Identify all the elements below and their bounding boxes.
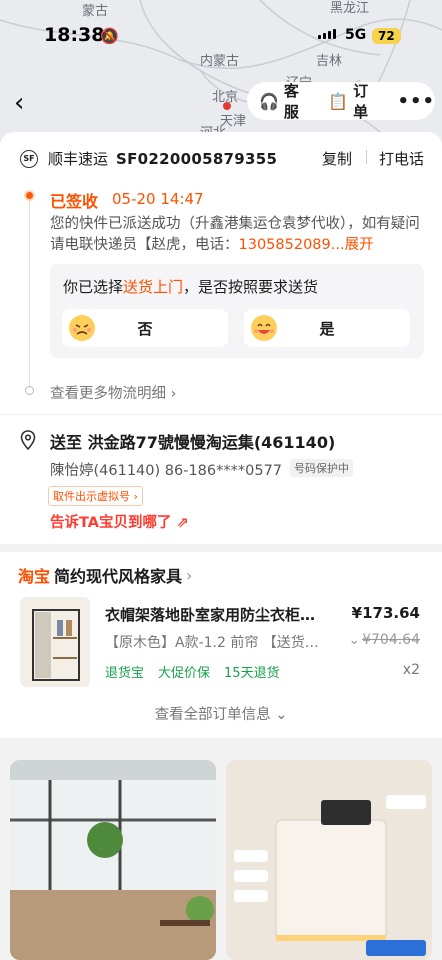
happy-face-icon [251, 315, 277, 341]
top-action-pill: 🎧 客服 📋 订单 ••• [247, 80, 435, 122]
map-label-beijing: 北京 [212, 90, 239, 105]
courier-phone-link[interactable]: 1305852089... [239, 237, 345, 253]
network-type: 5G [345, 27, 367, 43]
delivery-status: 已签收 [50, 192, 99, 211]
expand-link[interactable]: 展开 [345, 237, 374, 253]
delivery-description: 您的快件已派送成功（升鑫港集运仓袁梦代收），如有疑问请电联快递员【赵虎，电话：1… [50, 214, 426, 256]
recommend-card-balcony[interactable] [10, 760, 216, 960]
product-sku: 【原木色】A款-1.2 前帘 【送货… [105, 632, 341, 652]
timeline-dot [25, 386, 34, 395]
timeline-active-dot [24, 190, 35, 201]
option-no-label: 否 [137, 319, 153, 338]
delivery-time: 05-20 14:47 [112, 190, 204, 208]
location-pin-icon [20, 430, 36, 450]
divider [366, 150, 367, 164]
service-label: 客服 [283, 82, 299, 121]
service-tags: 退货宝 大促价保 15天退货 [105, 662, 280, 681]
more-logistics-link[interactable]: 查看更多物流明细 › [50, 382, 176, 403]
clock: 18:38 [44, 24, 105, 46]
signal-icon [318, 29, 336, 39]
privacy-badge: 号码保护中 [290, 459, 353, 477]
sad-face-icon [69, 315, 95, 341]
ask-prefix: 你已选择 [63, 278, 124, 296]
option-yes-label: 是 [319, 319, 335, 338]
taobao-logo: 淘宝 [18, 567, 51, 586]
copy-button[interactable]: 复制 [322, 148, 352, 169]
carrier-name: 顺丰速运 [48, 150, 109, 168]
shop-name: 简约现代风格家具 [54, 567, 183, 586]
tag-15day-return: 15天退货 [224, 666, 280, 681]
product-quantity: x2 [402, 662, 420, 678]
tracking-number: SF0220005879355 [116, 149, 278, 168]
sf-logo-icon: SF [20, 149, 38, 168]
delivery-address: 送至 洪金路77號慢慢淘运集(461140) [50, 433, 336, 452]
status-bar: 18:38 🔕 5G 72 [0, 0, 442, 70]
recipient-contact: 陳怡婷(461140) 86-186****0577 [50, 463, 283, 479]
shop-header[interactable]: 淘宝 简约现代风格家具 › [18, 563, 192, 587]
call-button[interactable]: 打电话 [379, 148, 424, 169]
view-all-order-info[interactable]: 查看全部订单信息 ⌄ [0, 703, 442, 724]
delivery-question: 你已选择送货上门，是否按照要求送货 [63, 276, 318, 297]
tag-price-protect: 大促价保 [158, 666, 211, 681]
original-price: ⌄ ¥704.64 [348, 632, 420, 648]
product-price: ¥173.64 [351, 604, 420, 622]
share-location-link[interactable]: 告诉TA宝贝到哪了 ⇗ [50, 511, 189, 532]
option-yes-button[interactable]: 是 [244, 309, 410, 347]
tag-return-insurance: 退货宝 [105, 666, 145, 681]
more-button[interactable]: ••• [397, 91, 435, 112]
clipboard-icon: 📋 [328, 91, 349, 111]
recommend-card-nightstand[interactable] [226, 760, 432, 960]
ask-suffix: ，是否按照要求送货 [183, 278, 319, 296]
order-label: 订单 [353, 82, 369, 121]
section-divider [0, 414, 442, 415]
order-button[interactable]: 📋 订单 [328, 80, 381, 122]
delivery-question-box: 你已选择送货上门，是否按照要求送货 否 是 [50, 264, 424, 358]
sku-caret-icon: ⌄ [348, 632, 361, 648]
back-chevron-icon[interactable]: ‹ [14, 88, 24, 118]
option-no-button[interactable]: 否 [62, 309, 228, 347]
ask-highlight: 送货上门 [123, 278, 184, 296]
chevron-right-icon: › [186, 565, 193, 585]
mute-bell-icon: 🔕 [100, 27, 119, 45]
customer-service-button[interactable]: 🎧 客服 [259, 80, 312, 122]
product-title[interactable]: 衣帽架落地卧室家用防尘衣柜… [105, 604, 341, 625]
original-price-value: ¥704.64 [362, 632, 420, 648]
sku-text: 【原木色】A款-1.2 前帘 【送货… [105, 635, 319, 651]
headset-icon: 🎧 [259, 91, 279, 111]
virtual-number-button[interactable]: 取件出示虚拟号 › [48, 486, 143, 506]
product-thumbnail[interactable] [20, 597, 90, 687]
carrier-row: SF 顺丰速运 SF0220005879355 复制 打电话 [20, 148, 424, 169]
timeline-line [29, 196, 30, 386]
battery-badge: 72 [372, 28, 401, 44]
